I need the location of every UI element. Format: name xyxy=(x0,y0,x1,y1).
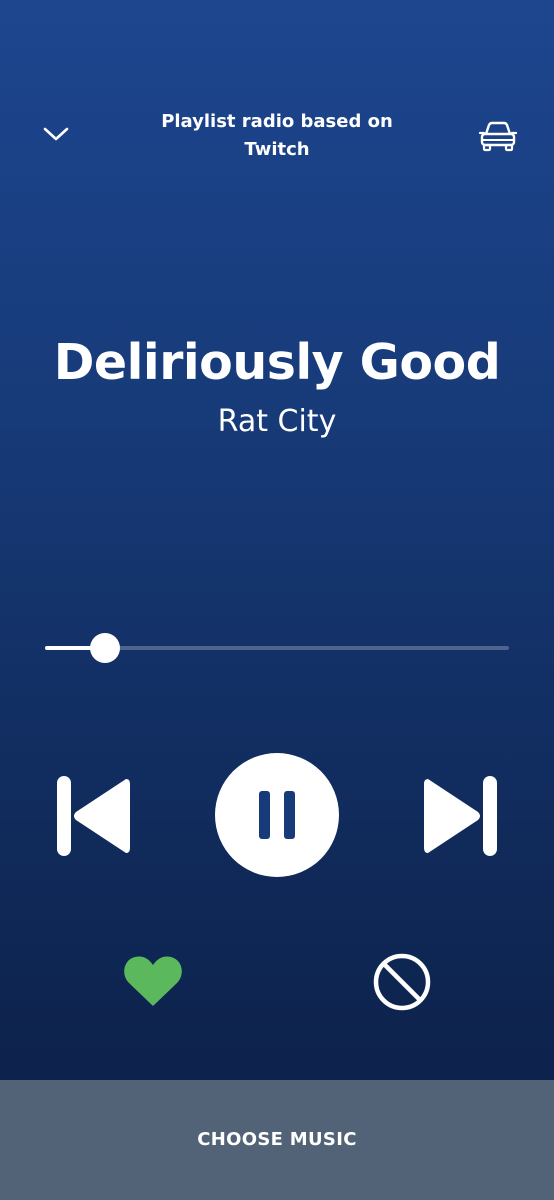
heart-icon xyxy=(124,956,182,1006)
track-artist[interactable]: Rat City xyxy=(0,400,554,444)
car-icon xyxy=(479,121,517,152)
skip-previous-icon xyxy=(57,776,130,856)
playing-context-title: Playlist radio based on Twitch xyxy=(147,108,407,164)
top-bar: Playlist radio based on Twitch xyxy=(0,100,554,180)
skip-next-icon xyxy=(424,776,497,856)
previous-track-button[interactable] xyxy=(50,772,134,860)
pause-button[interactable] xyxy=(215,753,339,877)
block-icon xyxy=(373,953,431,1011)
bottom-bar: CHOOSE MUSIC xyxy=(0,1080,554,1200)
next-track-button[interactable] xyxy=(420,772,504,860)
like-button[interactable] xyxy=(118,948,188,1014)
context-line-2: Twitch xyxy=(244,139,310,160)
choose-music-button[interactable]: CHOOSE MUSIC xyxy=(0,1120,554,1160)
block-button[interactable] xyxy=(368,948,436,1016)
car-mode-button[interactable] xyxy=(474,114,522,158)
now-playing-screen: Playlist radio based on Twitch Delirious… xyxy=(0,0,554,1200)
track-title: Deliriously Good xyxy=(53,334,501,391)
collapse-button[interactable] xyxy=(36,114,76,154)
context-line-1: Playlist radio based on xyxy=(161,111,393,132)
progress-bar[interactable] xyxy=(45,630,509,666)
chevron-down-icon xyxy=(43,127,69,141)
pause-icon xyxy=(259,791,295,839)
progress-handle[interactable] xyxy=(90,633,120,663)
